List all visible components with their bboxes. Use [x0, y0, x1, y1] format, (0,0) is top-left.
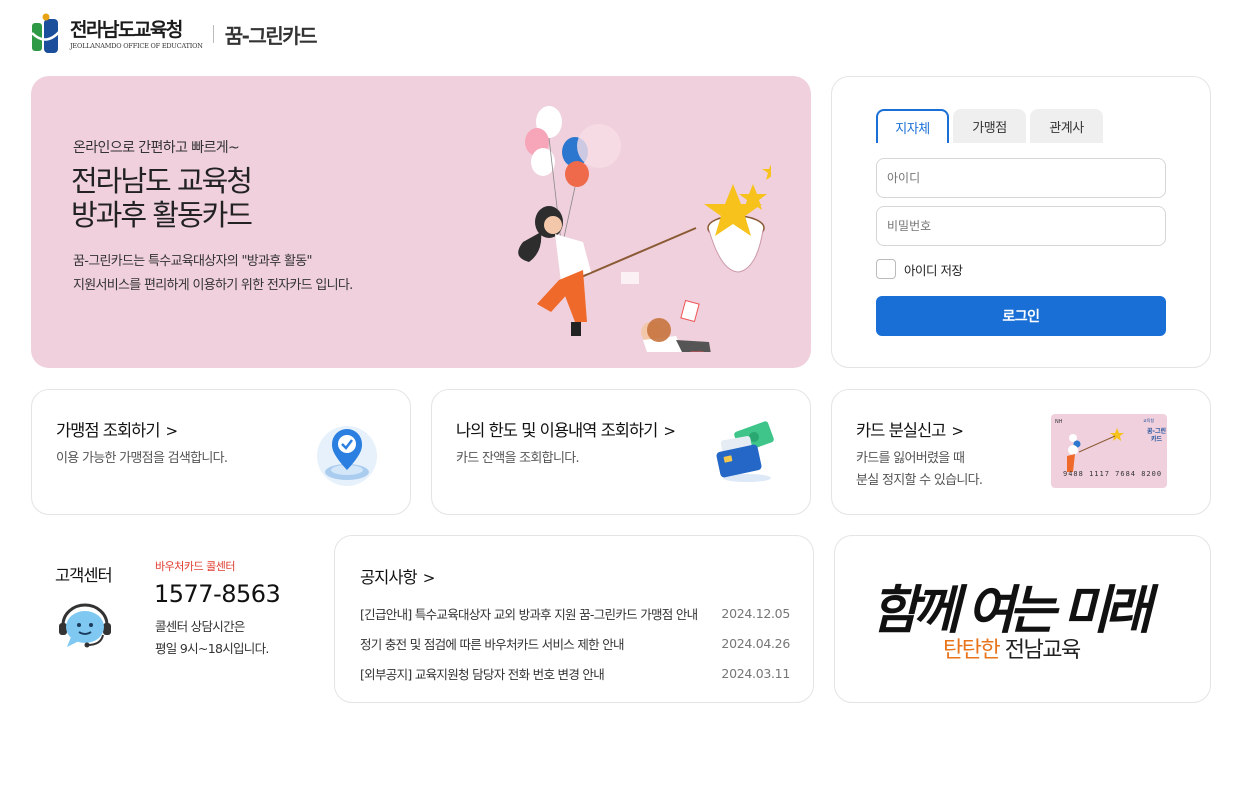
- save-id-label: 아이디 저장: [904, 262, 963, 278]
- chevron-right-icon: >: [663, 422, 676, 440]
- map-pin-icon: [317, 426, 377, 486]
- card-description: 카드 잔액을 조회합니다.: [456, 448, 580, 470]
- notice-panel: 공지사항 > [긴급안내] 특수교육대상자 교외 방과후 지원 꿈-그린카드 가맹…: [334, 535, 814, 703]
- hero-desc-line1: 꿈-그린카드는 특수교육대상자의 "방과후 활동": [73, 254, 312, 269]
- card-description: 이용 가능한 가맹점을 검색합니다.: [56, 448, 228, 470]
- svg-text:교육청: 교육청: [1143, 417, 1154, 423]
- chevron-right-icon: >: [951, 422, 964, 440]
- notice-item-date: 2024.03.11: [721, 665, 790, 681]
- login-panel: 지자체 가맹점 관계사 아이디 저장 로그인: [831, 76, 1211, 368]
- login-tabs: 지자체 가맹점 관계사: [876, 109, 1103, 143]
- service-name: 꿈-그린카드: [224, 23, 318, 48]
- hero-desc-line2: 지원서비스를 편리하게 이용하기 위한 전자카드 입니다.: [73, 278, 353, 293]
- tab-affiliate[interactable]: 관계사: [1030, 109, 1103, 143]
- customer-center-title: 고객센터: [55, 566, 113, 585]
- hero-description: 꿈-그린카드는 특수교육대상자의 "방과후 활동" 지원서비스를 편리하게 이용…: [73, 250, 353, 298]
- chevron-right-icon: >: [165, 422, 179, 440]
- card-loss-report-card[interactable]: 카드 분실신고 > 카드를 잃어버렸을 때 분실 정지할 수 있습니다. NH 교…: [831, 389, 1211, 515]
- card-title-text: 나의 한도 및 이용내역 조회하기: [456, 421, 658, 440]
- card-title-text: 카드 분실신고: [856, 421, 946, 440]
- notice-item[interactable]: [긴급안내] 특수교육대상자 교외 방과후 지원 꿈-그린카드 가맹점 안내 2…: [360, 598, 790, 628]
- notice-item-date: 2024.04.26: [721, 635, 790, 651]
- card-desc-line1: 카드 잔액을 조회합니다.: [456, 451, 580, 466]
- tab-merchant[interactable]: 가맹점: [953, 109, 1026, 143]
- card-title-text: 가맹점 조회하기: [56, 421, 161, 440]
- chevron-right-icon: >: [422, 569, 436, 587]
- green-card-image: NH 교육청 꿈-그린 카드 9488 1117 7684 8200: [1051, 414, 1167, 488]
- tab-municipality[interactable]: 지자체: [876, 109, 949, 143]
- site-logo[interactable]: 전라남도교육청 JEOLLANAMDO OFFICE OF EDUCATION …: [30, 13, 318, 55]
- slogan-line: 탄탄한 전남교육: [943, 632, 1081, 664]
- card-title[interactable]: 카드 분실신고 >: [856, 417, 964, 441]
- notice-item[interactable]: 정기 충전 및 점검에 따른 바우처카드 서비스 제한 안내 2024.04.2…: [360, 628, 790, 658]
- hours-line2: 평일 9시~18시입니다.: [155, 641, 269, 656]
- id-input[interactable]: [876, 158, 1166, 198]
- notice-item[interactable]: [외부공지] 교육지원청 담당자 전화 번호 변경 안내 2024.03.11: [360, 658, 790, 688]
- card-desc-line2: 분실 정지할 수 있습니다.: [856, 473, 983, 488]
- hero-title-line2: 방과후 활동카드: [71, 198, 253, 232]
- hero-subtitle: 온라인으로 간편하고 빠르게~: [73, 140, 240, 156]
- jeonnam-emblem-icon: [31, 13, 61, 53]
- save-id-checkbox[interactable]: [876, 259, 896, 279]
- notice-item-date: 2024.12.05: [721, 605, 790, 621]
- svg-text:카드: 카드: [1151, 435, 1163, 443]
- slogan-rest: 전남교육: [999, 638, 1081, 663]
- headset-chat-icon: [59, 603, 111, 648]
- notice-list: [긴급안내] 특수교육대상자 교외 방과후 지원 꿈-그린카드 가맹점 안내 2…: [360, 598, 790, 688]
- hours-line1: 콜센터 상담시간은: [155, 619, 245, 634]
- slogan-accent: 탄탄한: [943, 638, 1001, 663]
- customer-center-phone[interactable]: 1577-8563: [154, 580, 281, 608]
- hero-banner: 온라인으로 간편하고 빠르게~ 전라남도 교육청 방과후 활동카드 꿈-그린카드…: [31, 76, 811, 368]
- notice-item-text[interactable]: 정기 충전 및 점검에 따른 바우처카드 서비스 제한 안내: [360, 634, 715, 653]
- customer-center-hours: 콜센터 상담시간은 평일 9시~18시입니다.: [155, 616, 269, 660]
- card-title[interactable]: 가맹점 조회하기 >: [56, 417, 179, 441]
- voucher-callcenter-badge: 바우처카드 콜센터: [155, 560, 235, 573]
- card-desc-line1: 카드를 잃어버렸을 때: [856, 451, 965, 466]
- logo-divider: [212, 25, 214, 43]
- balance-history-card[interactable]: 나의 한도 및 이용내역 조회하기 > 카드 잔액을 조회합니다.: [431, 389, 811, 515]
- hero-title: 전라남도 교육청 방과후 활동카드: [71, 164, 253, 232]
- hero-illustration: [518, 106, 771, 352]
- merchant-search-card[interactable]: 가맹점 조회하기 > 이용 가능한 가맹점을 검색합니다.: [31, 389, 411, 515]
- hero-title-line1: 전라남도 교육청: [71, 164, 253, 198]
- notice-title-text: 공지사항: [360, 568, 418, 587]
- card-number: 9488 1117 7684 8200: [1063, 470, 1162, 478]
- notice-item-text[interactable]: [긴급안내] 특수교육대상자 교외 방과후 지원 꿈-그린카드 가맹점 안내: [360, 604, 715, 623]
- slogan-banner: 함께 여는 미래 탄탄한 전남교육: [834, 535, 1211, 703]
- card-title[interactable]: 나의 한도 및 이용내역 조회하기 >: [456, 417, 676, 441]
- notice-item-text[interactable]: [외부공지] 교육지원청 담당자 전화 번호 변경 안내: [360, 664, 715, 683]
- org-name: 전라남도교육청: [70, 18, 183, 41]
- notice-title[interactable]: 공지사항 >: [360, 564, 436, 588]
- svg-text:NH: NH: [1055, 419, 1063, 425]
- card-money-icon: [716, 421, 774, 482]
- password-input[interactable]: [876, 206, 1166, 246]
- card-desc-line1: 이용 가능한 가맹점을 검색합니다.: [56, 451, 228, 466]
- save-id-row[interactable]: 아이디 저장: [876, 259, 963, 279]
- org-name-en: JEOLLANAMDO OFFICE OF EDUCATION: [70, 41, 203, 50]
- svg-text:꿈-그린: 꿈-그린: [1147, 427, 1167, 435]
- login-button[interactable]: 로그인: [876, 296, 1166, 336]
- card-description: 카드를 잃어버렸을 때 분실 정지할 수 있습니다.: [856, 448, 983, 492]
